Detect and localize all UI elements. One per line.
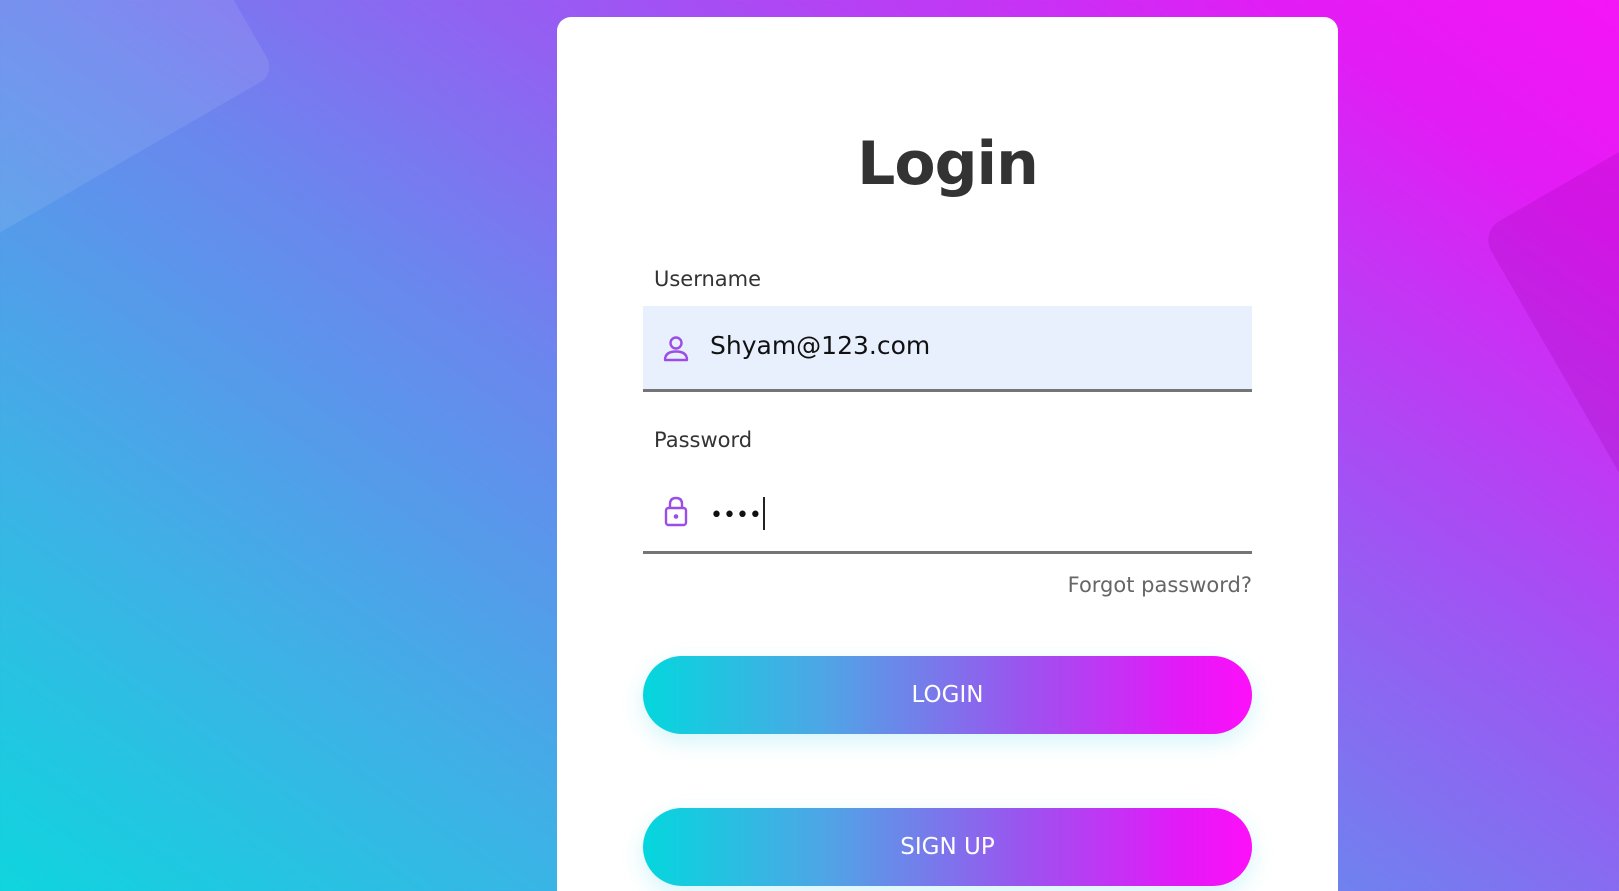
text-caret xyxy=(762,497,765,530)
password-value[interactable]: •••• xyxy=(710,497,765,530)
password-field[interactable]: •••• xyxy=(643,468,1252,554)
page-title: Login xyxy=(857,129,1039,199)
login-card: Login Username Shyam@123.com Password ••… xyxy=(557,17,1338,891)
lock-icon xyxy=(661,494,691,528)
login-button[interactable]: LOGIN xyxy=(643,656,1252,734)
username-label: Username xyxy=(654,267,762,291)
background-decor-right xyxy=(1480,122,1619,518)
username-value[interactable]: Shyam@123.com xyxy=(710,331,930,360)
user-icon xyxy=(661,332,691,366)
username-field[interactable]: Shyam@123.com xyxy=(643,306,1252,392)
forgot-password-link[interactable]: Forgot password? xyxy=(1068,573,1252,597)
background-decor-left xyxy=(0,0,276,254)
password-label: Password xyxy=(654,428,753,452)
signup-button[interactable]: SIGN UP xyxy=(643,808,1252,886)
